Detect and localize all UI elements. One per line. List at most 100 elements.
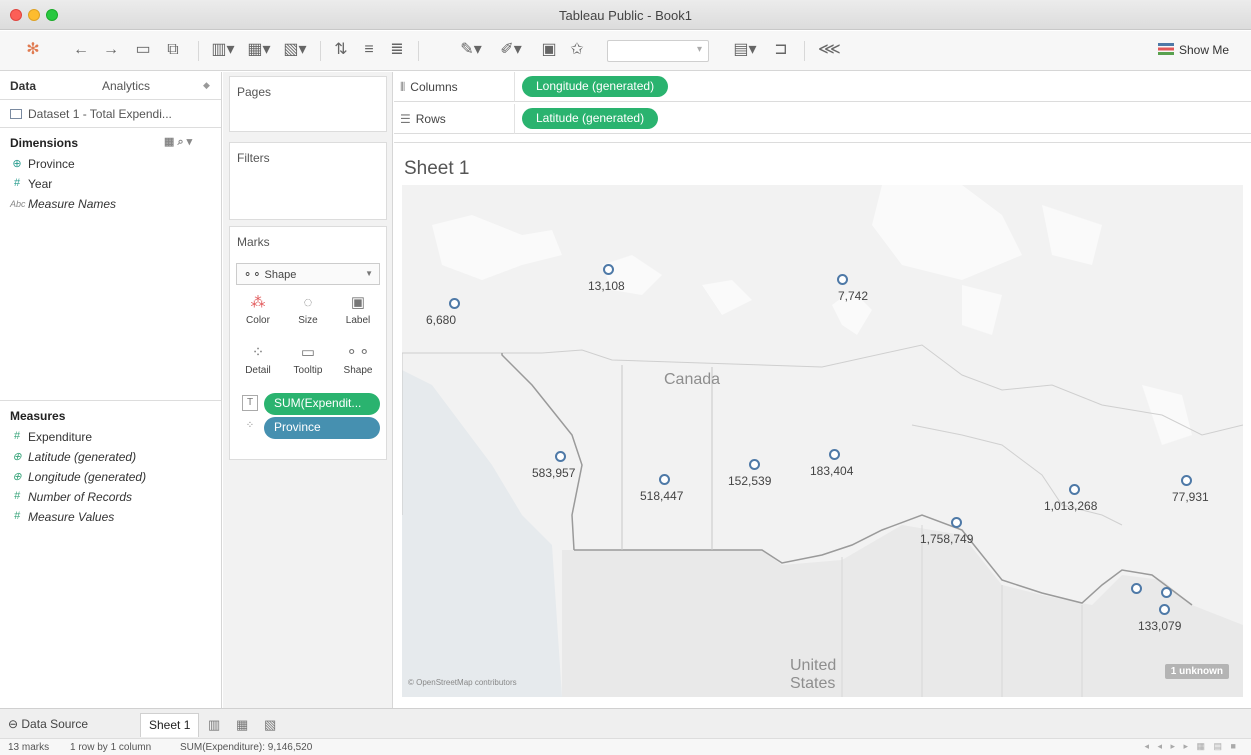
swap-rows-columns-icon[interactable]: ⇅ [330,39,352,61]
size-button[interactable]: ◌ Size [286,291,330,339]
map-view[interactable]: 6,680 13,108 7,742 583,957 518,447 152,539 183… [402,185,1243,697]
save-icon[interactable]: ▭ [132,39,154,61]
tooltip-button[interactable]: ▭ Tooltip [286,341,330,389]
dimension-field-province[interactable]: ⊕ Province [0,154,221,174]
datasource-item[interactable]: Dataset 1 - Total Expendi... [0,100,221,128]
toolbar: ✻ ← → ▭ ⧉ ▥▾ ▦▾ ▧▾ ⇅ ≡ ≣ ✎▾ ✐▾ ▣ ✩ ▾ ▤▾ … [0,31,1251,71]
new-data-source-icon[interactable]: ⧉ [162,39,184,61]
columns-pill-longitude[interactable]: Longitude (generated) [522,76,669,97]
fix-axes-icon[interactable]: ✩ [566,39,588,61]
sheet-1-tab[interactable]: Sheet 1 [140,713,200,737]
status-sum: SUM(Expenditure): 9,146,520 [180,742,313,753]
label-button[interactable]: ▣ Label [336,291,380,339]
pages-shelf[interactable]: Pages [229,76,387,132]
group-members-icon[interactable]: ✐▾ [496,39,526,61]
data-pane: Data Analytics ◆ Dataset 1 - Total Expen… [0,72,222,708]
back-arrow-icon[interactable]: ← [70,39,92,61]
dimensions-header: Dimensions ▦ ⌕ ▾ [10,135,193,150]
map-mark[interactable] [1069,484,1080,495]
new-worksheet-icon[interactable]: ▥ [208,717,220,733]
status-rows: 1 row by 1 column [70,742,152,753]
title-bar: Tableau Public - Book1 [0,0,1251,30]
shape-icon: ⚬⚬ [345,344,371,361]
rows-icon: ☰ [400,112,411,126]
globe-icon: ⊕ [12,451,22,463]
highlight-icon[interactable]: ✎▾ [456,39,486,61]
map-label-canada: Canada [664,371,721,388]
sort-descending-icon[interactable]: ≣ [386,39,408,61]
unknown-badge[interactable]: 1 unknown [1164,664,1229,679]
pane-menu-icon[interactable]: ◆ [203,80,210,91]
show-me-button[interactable]: Show Me [1157,43,1229,57]
map-mark[interactable] [1181,475,1192,486]
map-mark-label: 183,404 [810,464,854,478]
data-source-tab[interactable]: ⊖ Data Source [8,717,88,731]
presentation-mode-icon[interactable]: ⊐ [770,39,792,61]
measure-field-longitude[interactable]: ⊕ Longitude (generated) [0,467,221,487]
chevron-down-icon: ▼ [365,269,373,278]
shape-icon: ⚬⚬ [243,269,265,281]
map-label-united-states: United States [790,657,837,692]
mark-pill-expenditure[interactable]: SUM(Expendit... [264,393,380,415]
map-mark-label: 583,957 [532,466,576,480]
dimension-field-year[interactable]: # Year [0,174,221,194]
database-icon: ⊖ [8,717,22,731]
map-mark[interactable] [603,264,614,275]
new-story-icon[interactable]: ▧ [264,717,276,733]
show-mark-labels-icon[interactable]: ▣ [538,39,560,61]
status-marks: 13 marks [8,742,50,753]
rows-shelf[interactable]: ☰ Rows Latitude (generated) [394,104,1251,134]
mark-type-dropdown[interactable]: ⚬⚬ Shape ▼ [236,263,380,285]
measures-section: Measures # Expenditure ⊕ Latitude (generat… [0,400,221,527]
map-mark-label: 133,079 [1138,619,1182,633]
map-attribution[interactable]: © OpenStreetMap contributors [408,678,517,687]
mark-pill-province[interactable]: Province [264,417,380,439]
sheet-title[interactable]: Sheet 1 [404,158,470,180]
dimensions-tools-icon[interactable]: ▦ ⌕ ▾ [164,135,192,149]
cards-column: Pages Filters Marks ⚬⚬ Shape ▼ ⁂ Color ◌ Si… [223,72,393,708]
show-me-icon [1157,43,1174,55]
shape-button[interactable]: ⚬⚬ Shape [336,341,380,389]
marks-card: Marks ⚬⚬ Shape ▼ ⁂ Color ◌ Size ▣ Label ⁘ Det… [229,226,387,460]
filters-shelf[interactable]: Filters [229,142,387,220]
columns-shelf[interactable]: ⦀ Columns Longitude (generated) [394,72,1251,102]
new-worksheet-icon[interactable]: ▥▾ [208,39,238,61]
map-mark[interactable] [829,449,840,460]
map-mark-label: 152,539 [728,474,772,488]
tab-analytics[interactable]: Analytics [102,79,150,93]
measure-field-latitude[interactable]: ⊕ Latitude (generated) [0,447,221,467]
new-dashboard-icon[interactable]: ▦ [236,717,248,733]
map-mark-label: 6,680 [426,313,457,327]
map-mark[interactable] [659,474,670,485]
map-mark-label: 13,108 [588,279,625,293]
map-mark[interactable] [1159,604,1170,615]
tableau-logo-icon[interactable]: ✻ [22,39,44,61]
map-mark[interactable] [749,459,760,470]
map-mark[interactable] [837,274,848,285]
detail-pill-icon: ⁘ [245,420,255,431]
rows-pill-latitude[interactable]: Latitude (generated) [522,108,659,129]
duplicate-sheet-icon[interactable]: ▦▾ [244,39,274,61]
map-mark[interactable] [1131,583,1142,594]
clear-sheet-icon[interactable]: ▧▾ [280,39,310,61]
sheet-nav-controls[interactable]: ◂ ◂ ▸ ▸ ▦ ▤ ■ [1144,741,1239,752]
dimension-field-measure-names[interactable]: Abc Measure Names [0,194,221,214]
hash-icon: # [13,490,21,502]
color-button[interactable]: ⁂ Color [236,291,280,339]
map-mark[interactable] [449,298,460,309]
map-mark[interactable] [1161,587,1172,598]
map-mark[interactable] [951,517,962,528]
detail-button[interactable]: ⁘ Detail [236,341,280,389]
forward-arrow-icon[interactable]: → [100,39,122,61]
sort-ascending-icon[interactable]: ≡ [358,39,380,61]
measure-field-number-of-records[interactable]: # Number of Records [0,487,221,507]
tab-data[interactable]: Data [10,79,36,93]
hash-icon: # [13,177,21,189]
measure-field-expenditure[interactable]: # Expenditure [0,427,221,447]
map-mark[interactable] [555,451,566,462]
measure-field-measure-values[interactable]: # Measure Values [0,507,221,527]
fit-dropdown[interactable]: ▾ [607,40,709,62]
fit-width-icon[interactable]: ▤▾ [730,39,760,61]
share-icon[interactable]: ⋘ [818,39,841,61]
abc-icon: Abc [10,199,26,209]
